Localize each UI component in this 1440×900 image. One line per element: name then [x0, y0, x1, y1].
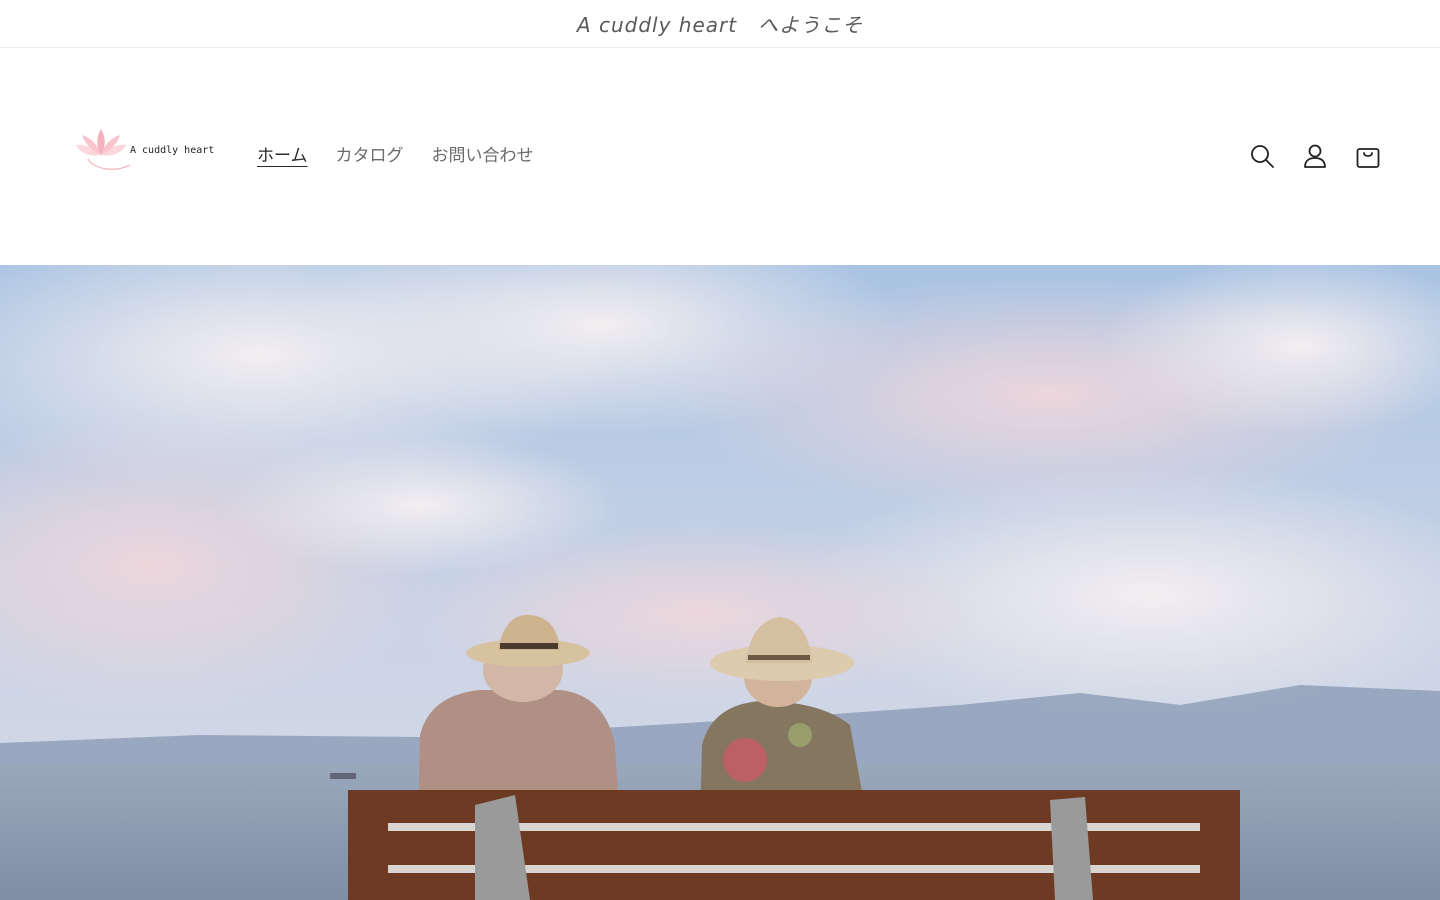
- nav-item-home[interactable]: ホーム: [257, 143, 308, 169]
- search-button[interactable]: [1248, 142, 1276, 170]
- lotus-logo-icon: [76, 129, 131, 170]
- logo-text: A cuddly heart: [130, 144, 215, 156]
- site-header: A cuddly heart ホーム カタログ お問い合わせ: [0, 49, 1440, 265]
- announcement-bar: A cuddly heart へようこそ: [0, 0, 1440, 48]
- nav-item-catalog[interactable]: カタログ: [336, 143, 404, 169]
- nav-item-contact[interactable]: お問い合わせ: [432, 143, 534, 169]
- cart-icon: [1356, 148, 1380, 168]
- account-icon: [1304, 144, 1326, 168]
- site-logo[interactable]: A cuddly heart: [74, 123, 214, 177]
- header-icons: [1248, 142, 1382, 170]
- main-nav: ホーム カタログ お問い合わせ: [257, 143, 534, 169]
- announcement-text: A cuddly heart へようこそ: [576, 13, 864, 37]
- account-button[interactable]: [1301, 142, 1329, 170]
- hero-banner: [0, 265, 1440, 900]
- hero-image: [0, 265, 1440, 900]
- cart-button[interactable]: [1354, 142, 1382, 170]
- search-icon: [1251, 145, 1274, 168]
